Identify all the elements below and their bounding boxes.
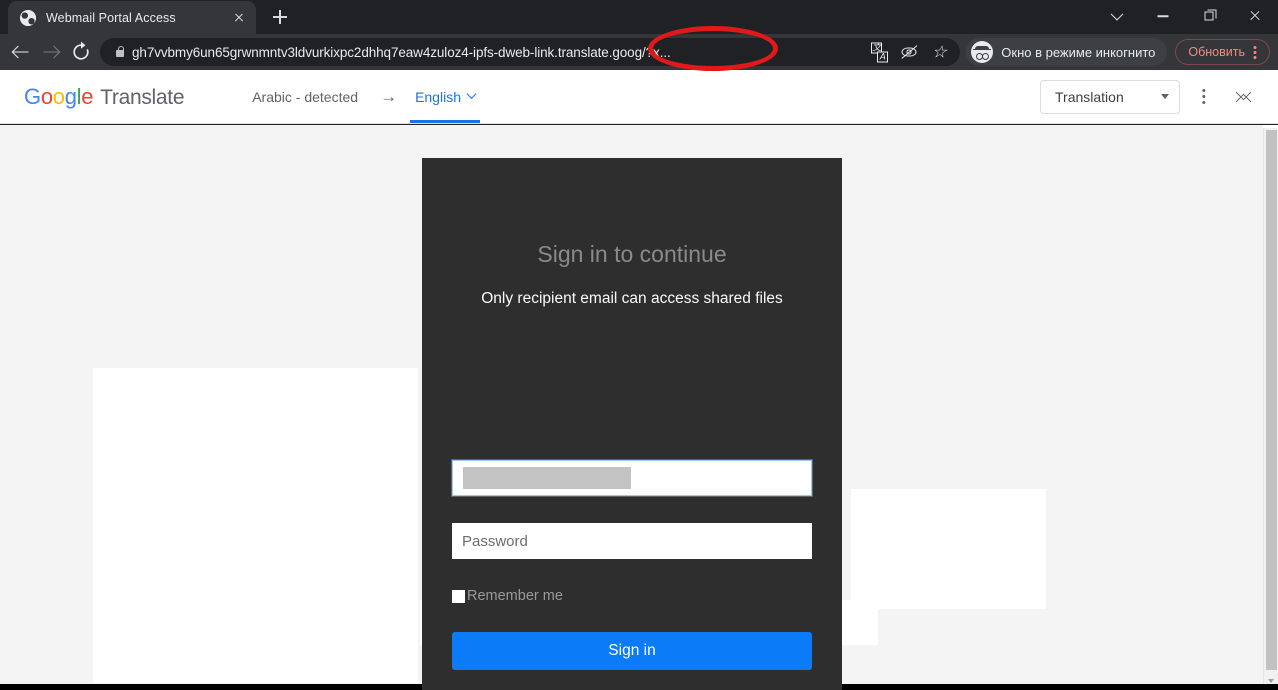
password-field[interactable]: Password — [452, 523, 812, 559]
content-placeholder-block — [93, 368, 418, 683]
close-tab-icon[interactable] — [230, 9, 248, 27]
scrollbar-top-gap — [1263, 125, 1278, 128]
bookmark-star-icon[interactable]: ☆ — [924, 38, 954, 66]
globe-icon — [20, 9, 36, 26]
chevron-down-icon — [1110, 7, 1124, 21]
logo-letter: G — [24, 83, 41, 109]
reload-button[interactable] — [66, 37, 96, 67]
tab-strip: Webmail Portal Access — [0, 0, 1278, 34]
forward-button[interactable] — [36, 37, 66, 67]
omnibox-icons: ☆ — [864, 38, 954, 66]
back-button[interactable] — [6, 37, 36, 67]
content-placeholder-block — [851, 489, 1046, 609]
eye-off-icon[interactable] — [894, 38, 924, 66]
sign-in-button[interactable]: Sign in — [452, 632, 812, 670]
target-language-tab[interactable]: English — [410, 70, 480, 123]
arrow-right-icon — [43, 45, 59, 60]
close-window-button[interactable] — [1232, 0, 1278, 32]
redacted-email-value — [463, 467, 631, 489]
browser-window: Webmail Portal Access gh7vvbmy6un65grwnm… — [0, 0, 1278, 690]
minimize-button[interactable] — [1140, 0, 1186, 32]
logo-letter: o — [52, 83, 65, 109]
browser-tab[interactable]: Webmail Portal Access — [8, 1, 256, 34]
incognito-icon — [971, 41, 994, 63]
google-translate-bar: Google Translate Arabic - detected → Eng… — [0, 70, 1278, 124]
minimize-icon — [1157, 15, 1169, 17]
page-content: Sign in to continue Only recipient email… — [0, 125, 1263, 690]
window-controls — [1094, 0, 1278, 32]
modal-subtitle: Only recipient email can access shared f… — [481, 290, 783, 307]
arrow-left-icon — [13, 45, 29, 60]
remember-me-checkbox[interactable] — [452, 589, 465, 603]
update-button[interactable]: Обновить — [1175, 39, 1270, 65]
sign-in-modal: Sign in to continue Only recipient email… — [422, 158, 842, 690]
translation-mode-select[interactable]: Translation — [1040, 79, 1180, 114]
source-language-tab[interactable]: Arabic - detected — [248, 70, 362, 123]
target-language-label: English — [415, 88, 461, 105]
url-text: gh7vvbmy6un65grwnmntv3ldvurkixpc2dhhq7ea… — [132, 44, 671, 60]
password-placeholder: Password — [462, 532, 528, 550]
logo-letter: o — [40, 83, 53, 109]
google-translate-logo: Google Translate — [24, 83, 185, 110]
logo-letter: g — [64, 83, 77, 109]
chevron-down-icon — [1161, 94, 1169, 99]
update-button-label: Обновить — [1188, 45, 1245, 59]
logo-letter: e — [81, 83, 94, 109]
incognito-label: Окно в режиме инкогнито — [1001, 44, 1156, 60]
page-scrollbar[interactable] — [1263, 125, 1278, 690]
language-switcher: Arabic - detected → English — [248, 70, 480, 123]
translate-icon[interactable] — [864, 38, 894, 66]
remember-me-label: Remember me — [467, 588, 563, 604]
reload-icon — [73, 41, 89, 60]
close-icon — [1249, 10, 1261, 22]
new-tab-button[interactable] — [266, 3, 294, 31]
address-bar[interactable]: gh7vvbmy6un65grwnmntv3ldvurkixpc2dhhq7ea… — [100, 38, 961, 66]
lock-icon — [110, 45, 130, 57]
modal-title: Sign in to continue — [537, 241, 727, 267]
email-field[interactable] — [452, 460, 812, 496]
translate-bar-actions: Translation — [1040, 79, 1264, 115]
scrollbar-thumb[interactable] — [1266, 130, 1277, 670]
chevron-down-icon — [466, 89, 477, 99]
kebab-menu-icon[interactable] — [1247, 43, 1263, 61]
page-viewport: Sign in to continue Only recipient email… — [0, 125, 1278, 690]
incognito-indicator[interactable]: Окно в режиме инкогнито — [966, 38, 1168, 66]
remember-me-row[interactable]: Remember me — [452, 588, 563, 604]
translate-options-button[interactable] — [1186, 79, 1222, 115]
tab-title: Webmail Portal Access — [46, 10, 176, 25]
browser-toolbar: gh7vvbmy6un65grwnmntv3ldvurkixpc2dhhq7ea… — [0, 34, 1278, 70]
maximize-button[interactable] — [1186, 0, 1232, 32]
maximize-icon — [1204, 9, 1216, 21]
arrow-right-icon: → — [380, 86, 398, 106]
translate-wordmark: Translate — [100, 85, 185, 109]
tab-search-button[interactable] — [1094, 0, 1140, 32]
translation-mode-label: Translation — [1055, 88, 1124, 105]
collapse-translate-bar-button[interactable] — [1228, 79, 1264, 115]
